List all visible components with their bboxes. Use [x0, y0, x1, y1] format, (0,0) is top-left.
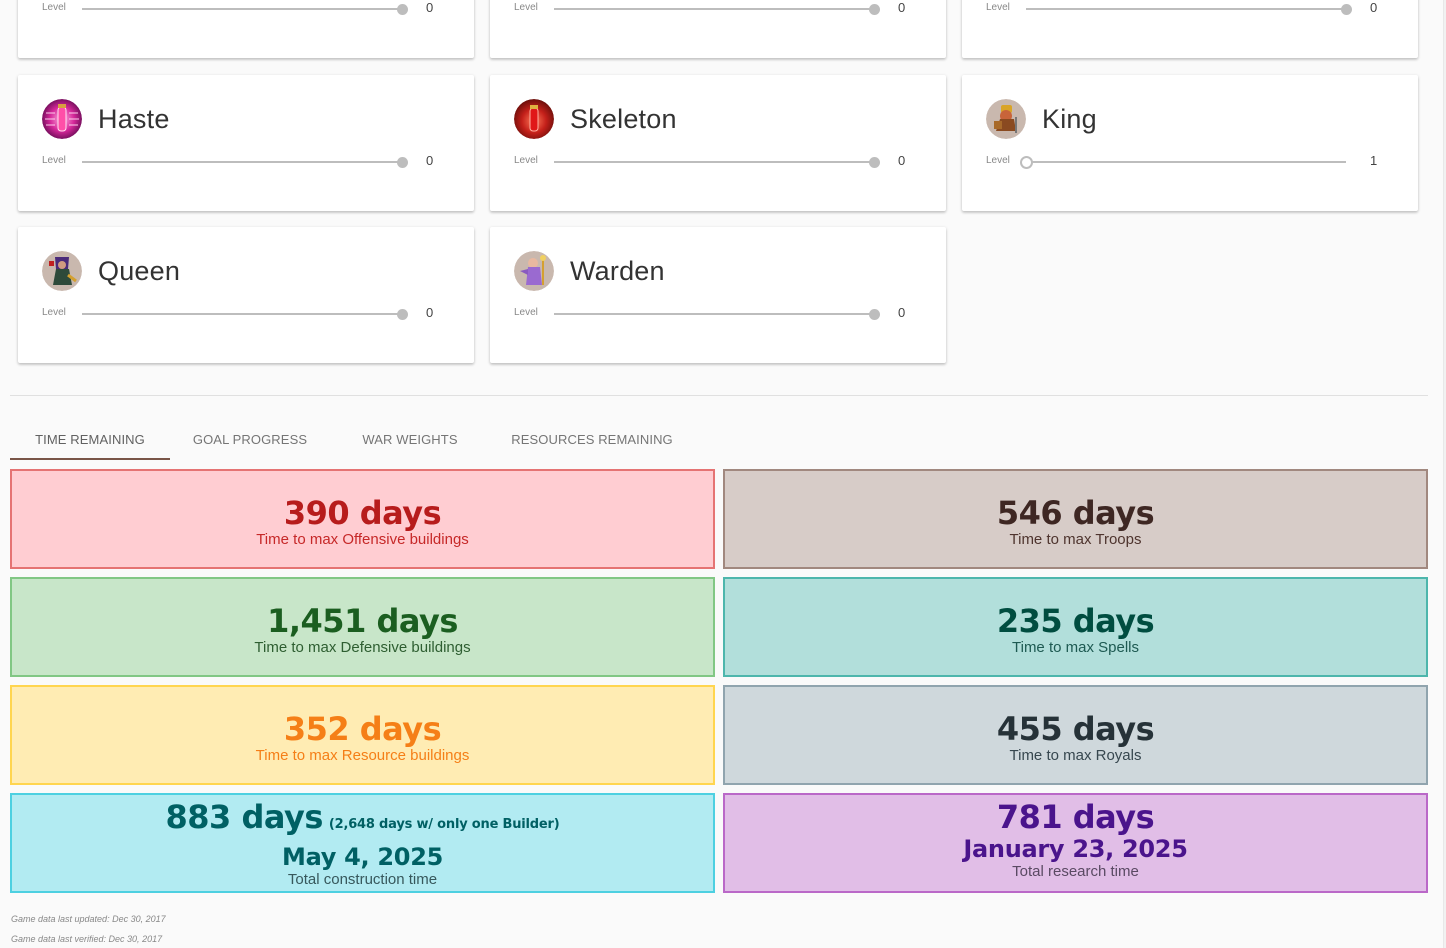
level-card: Level 0: [490, 0, 946, 58]
level-card: Level 0: [962, 0, 1418, 58]
section-divider: [10, 395, 1428, 396]
stat-research: 781 days January 23, 2025 Total research…: [723, 793, 1428, 893]
level-label: Level: [514, 155, 538, 166]
level-card-haste: Haste Level 0: [18, 75, 474, 211]
level-slider-row: Level 0: [42, 0, 442, 16]
last-verified: Game data last verified: Dec 30, 2017: [11, 934, 163, 944]
stat-value: 1,451 days: [267, 602, 458, 640]
stat-offensive: 390 days Time to max Offensive buildings: [10, 469, 715, 569]
slider-knob[interactable]: [1340, 3, 1352, 15]
level-slider-row: Level 0: [42, 153, 442, 169]
level-slider-row: Level 0: [986, 0, 1386, 16]
stats-tabs: TIME REMAINING GOAL PROGRESS WAR WEIGHTS…: [10, 418, 694, 460]
stat-spells: 235 days Time to max Spells: [723, 577, 1428, 677]
level-value: 1: [1370, 153, 1378, 168]
stat-label: Time to max Troops: [1009, 531, 1142, 548]
stat-value: 235 days: [996, 602, 1155, 640]
slider-knob[interactable]: [868, 156, 880, 168]
stat-label: Time to max Offensive buildings: [256, 531, 469, 548]
level-value: 0: [898, 153, 906, 168]
tab-goal-progress[interactable]: GOAL PROGRESS: [170, 418, 330, 460]
level-slider-row: Level 0: [514, 0, 914, 16]
level-slider[interactable]: [1019, 155, 1346, 169]
stat-value: 883 days: [165, 798, 324, 836]
level-value: 0: [426, 305, 434, 320]
stat-note: (2,648 days w/ only one Builder): [328, 817, 560, 832]
level-value: 0: [898, 305, 906, 320]
level-card-king: King Level 1: [962, 75, 1418, 211]
level-slider[interactable]: [82, 3, 408, 15]
stat-date: May 4, 2025: [281, 843, 443, 871]
stat-label: Total construction time: [287, 871, 438, 888]
card-title: Skeleton: [570, 103, 677, 134]
level-card-warden: Warden Level 0: [490, 227, 946, 363]
slider-knob[interactable]: [868, 3, 880, 15]
slider-knob[interactable]: [868, 308, 880, 320]
level-slider-row: Level 0: [514, 305, 914, 321]
card-title: Queen: [98, 255, 181, 286]
last-updated: Game data last updated: Dec 30, 2017: [11, 914, 166, 924]
card-title: Warden: [570, 255, 665, 286]
grand-warden-icon: [514, 251, 554, 291]
stat-label: Time to max Spells: [1012, 639, 1139, 656]
stat-resource: 352 days Time to max Resource buildings: [10, 685, 715, 785]
level-value: 0: [426, 0, 434, 15]
stat-label: Time to max Royals: [1009, 747, 1142, 764]
tab-time-remaining[interactable]: TIME REMAINING: [10, 418, 170, 460]
level-value: 0: [898, 0, 906, 15]
level-card: Level 0: [18, 0, 474, 58]
stat-value: 390 days: [283, 494, 442, 532]
level-slider[interactable]: [82, 308, 408, 320]
level-slider[interactable]: [554, 3, 880, 15]
stat-troops: 546 days Time to max Troops: [723, 469, 1428, 569]
level-label: Level: [42, 307, 66, 318]
level-slider[interactable]: [82, 156, 408, 168]
card-title: Haste: [98, 103, 170, 134]
stat-label: Time to max Defensive buildings: [254, 639, 471, 656]
level-label: Level: [514, 2, 538, 13]
level-slider-row: Level 0: [42, 305, 442, 321]
barbarian-king-icon: [986, 99, 1026, 139]
level-slider[interactable]: [1026, 3, 1352, 15]
stat-date: January 23, 2025: [963, 835, 1188, 863]
footer: Game data last updated: Dec 30, 2017 Gam…: [11, 909, 166, 948]
slider-knob[interactable]: [1019, 155, 1033, 169]
stat-label: Total research time: [1012, 863, 1139, 880]
stat-value: 455 days: [996, 710, 1155, 748]
stat-defensive: 1,451 days Time to max Defensive buildin…: [10, 577, 715, 677]
level-label: Level: [986, 2, 1010, 13]
level-slider[interactable]: [554, 156, 880, 168]
level-label: Level: [42, 2, 66, 13]
level-label: Level: [42, 155, 66, 166]
level-slider-row: Level 0: [514, 153, 914, 169]
level-value: 0: [426, 153, 434, 168]
tab-resources-remaining[interactable]: RESOURCES REMAINING: [490, 418, 694, 460]
slider-knob[interactable]: [396, 308, 408, 320]
slider-knob[interactable]: [396, 3, 408, 15]
stat-value: 781 days: [996, 798, 1155, 836]
stat-construction: 883 days (2,648 days w/ only one Builder)…: [10, 793, 715, 893]
level-label: Level: [514, 307, 538, 318]
archer-queen-icon: [42, 251, 82, 291]
stat-label: Time to max Resource buildings: [255, 747, 470, 764]
stat-royals: 455 days Time to max Royals: [723, 685, 1428, 785]
stat-value-row: 883 days (2,648 days w/ only one Builder): [12, 799, 713, 843]
level-value: 0: [1370, 0, 1378, 15]
level-label: Level: [986, 155, 1010, 166]
tab-war-weights[interactable]: WAR WEIGHTS: [330, 418, 490, 460]
level-slider-row: Level 1: [986, 153, 1386, 169]
skeleton-spell-icon: [514, 99, 554, 139]
card-title: King: [1042, 103, 1097, 134]
stat-value: 352 days: [283, 710, 442, 748]
level-slider[interactable]: [554, 308, 880, 320]
level-card-queen: Queen Level 0: [18, 227, 474, 363]
slider-knob[interactable]: [396, 156, 408, 168]
level-card-skeleton: Skeleton Level 0: [490, 75, 946, 211]
haste-spell-icon: [42, 99, 82, 139]
stat-value: 546 days: [996, 494, 1155, 532]
